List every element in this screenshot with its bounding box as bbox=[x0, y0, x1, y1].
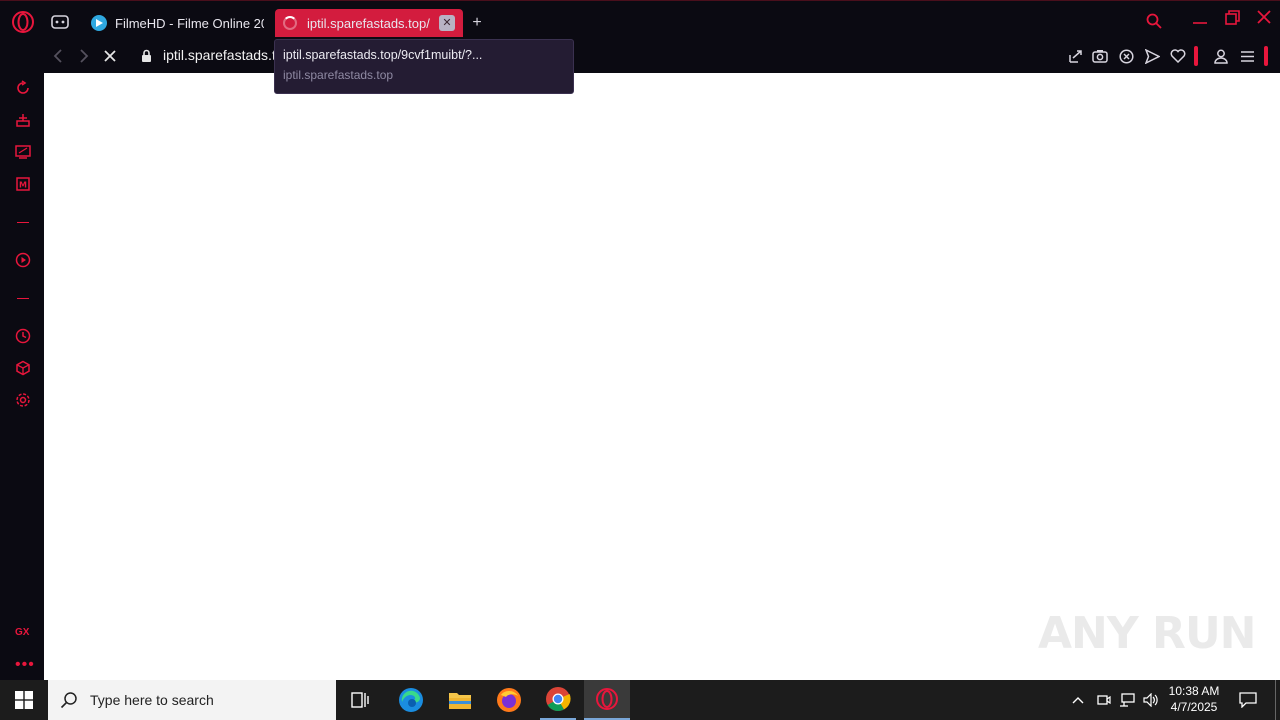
start-windows-icon[interactable] bbox=[0, 680, 48, 720]
page-content bbox=[44, 73, 1280, 680]
task-view-icon[interactable] bbox=[344, 680, 376, 720]
gamepad-icon[interactable] bbox=[48, 11, 72, 33]
url-tooltip: iptil.sparefastads.top/9cvf1muibt/?... i… bbox=[274, 39, 574, 94]
loading-spinner-icon bbox=[283, 16, 297, 30]
gx-badge[interactable]: GX bbox=[15, 627, 29, 638]
camera-icon[interactable] bbox=[1091, 47, 1109, 65]
meet-now-icon[interactable] bbox=[1094, 680, 1114, 720]
gx-control-icon[interactable]: M bbox=[14, 175, 32, 193]
accent-divider bbox=[1264, 46, 1268, 66]
lock-icon[interactable] bbox=[138, 47, 154, 65]
edge-browser-icon[interactable] bbox=[394, 680, 428, 720]
search-tabs-icon[interactable] bbox=[1144, 11, 1164, 31]
player-icon[interactable] bbox=[14, 251, 32, 269]
search-placeholder: Type here to search bbox=[90, 692, 214, 708]
sidebar-separator bbox=[17, 222, 29, 223]
sidebar: M GX ••• bbox=[0, 40, 44, 680]
title-bar: FilmeHD - Filme Online 20 iptil.sparefas… bbox=[0, 0, 1280, 40]
chevron-up-icon[interactable] bbox=[1068, 680, 1088, 720]
chrome-icon[interactable] bbox=[540, 680, 576, 720]
extensions-cube-icon[interactable] bbox=[14, 359, 32, 377]
firefox-icon[interactable] bbox=[492, 680, 526, 720]
restore-button[interactable] bbox=[1222, 8, 1242, 28]
minimize-button[interactable] bbox=[1190, 11, 1210, 31]
tab-filmehd[interactable]: FilmeHD - Filme Online 20 bbox=[86, 9, 264, 37]
tab-sparefastads[interactable]: iptil.sparefastads.top/ ✕ bbox=[275, 9, 463, 37]
tab-label: iptil.sparefastads.top/ bbox=[307, 15, 430, 31]
forward-icon[interactable] bbox=[76, 47, 92, 65]
twitch-icon[interactable] bbox=[14, 143, 32, 161]
accent-divider bbox=[1194, 46, 1198, 66]
play-circle-icon bbox=[91, 15, 107, 31]
tooltip-url: iptil.sparefastads.top/9cvf1muibt/?... bbox=[283, 48, 483, 62]
more-options-icon[interactable]: ••• bbox=[15, 656, 35, 674]
profile-icon[interactable] bbox=[1212, 47, 1230, 65]
show-desktop-strip[interactable] bbox=[1275, 680, 1276, 720]
close-window-button[interactable] bbox=[1254, 7, 1274, 27]
new-tab-button[interactable]: + bbox=[468, 13, 486, 33]
clock-time: 10:38 AM bbox=[1168, 684, 1220, 698]
back-icon[interactable] bbox=[50, 47, 66, 65]
speed-dial-refresh-icon[interactable] bbox=[14, 79, 32, 97]
tab-label: FilmeHD - Filme Online 20 bbox=[115, 15, 264, 31]
anyrun-watermark: ANY RUN bbox=[1038, 608, 1256, 659]
history-clock-icon[interactable] bbox=[14, 327, 32, 345]
tooltip-domain: iptil.sparefastads.top bbox=[283, 68, 394, 82]
svg-text:M: M bbox=[19, 181, 27, 190]
search-icon bbox=[60, 691, 78, 709]
taskbar: Type here to search 10:38 AM 4/7/2025 bbox=[0, 680, 1280, 720]
easy-setup-menu-icon[interactable] bbox=[1238, 47, 1256, 65]
adblock-shield-icon[interactable] bbox=[1117, 47, 1135, 65]
stop-loading-icon[interactable] bbox=[101, 47, 119, 65]
address-bar: iptil.sparefastads.t bbox=[44, 40, 1280, 73]
opera-gx-logo-icon[interactable] bbox=[10, 9, 36, 35]
heart-icon[interactable] bbox=[1169, 47, 1187, 65]
file-explorer-icon[interactable] bbox=[443, 680, 477, 720]
share-icon[interactable] bbox=[1066, 47, 1084, 65]
taskbar-search-box[interactable]: Type here to search bbox=[48, 680, 336, 720]
opera-gx-taskbar-icon[interactable] bbox=[584, 680, 630, 720]
notifications-icon[interactable] bbox=[1236, 680, 1260, 720]
sidebar-separator bbox=[17, 298, 29, 299]
network-icon[interactable] bbox=[1117, 680, 1137, 720]
send-icon[interactable] bbox=[1143, 47, 1161, 65]
clock[interactable]: 10:38 AM 4/7/2025 bbox=[1163, 683, 1225, 715]
gx-cleaner-icon[interactable] bbox=[14, 111, 32, 129]
settings-gear-icon[interactable] bbox=[14, 391, 32, 409]
volume-icon[interactable] bbox=[1141, 680, 1161, 720]
url-field[interactable]: iptil.sparefastads.t bbox=[163, 47, 279, 63]
close-tab-icon[interactable]: ✕ bbox=[439, 15, 455, 31]
clock-date: 4/7/2025 bbox=[1170, 700, 1218, 714]
